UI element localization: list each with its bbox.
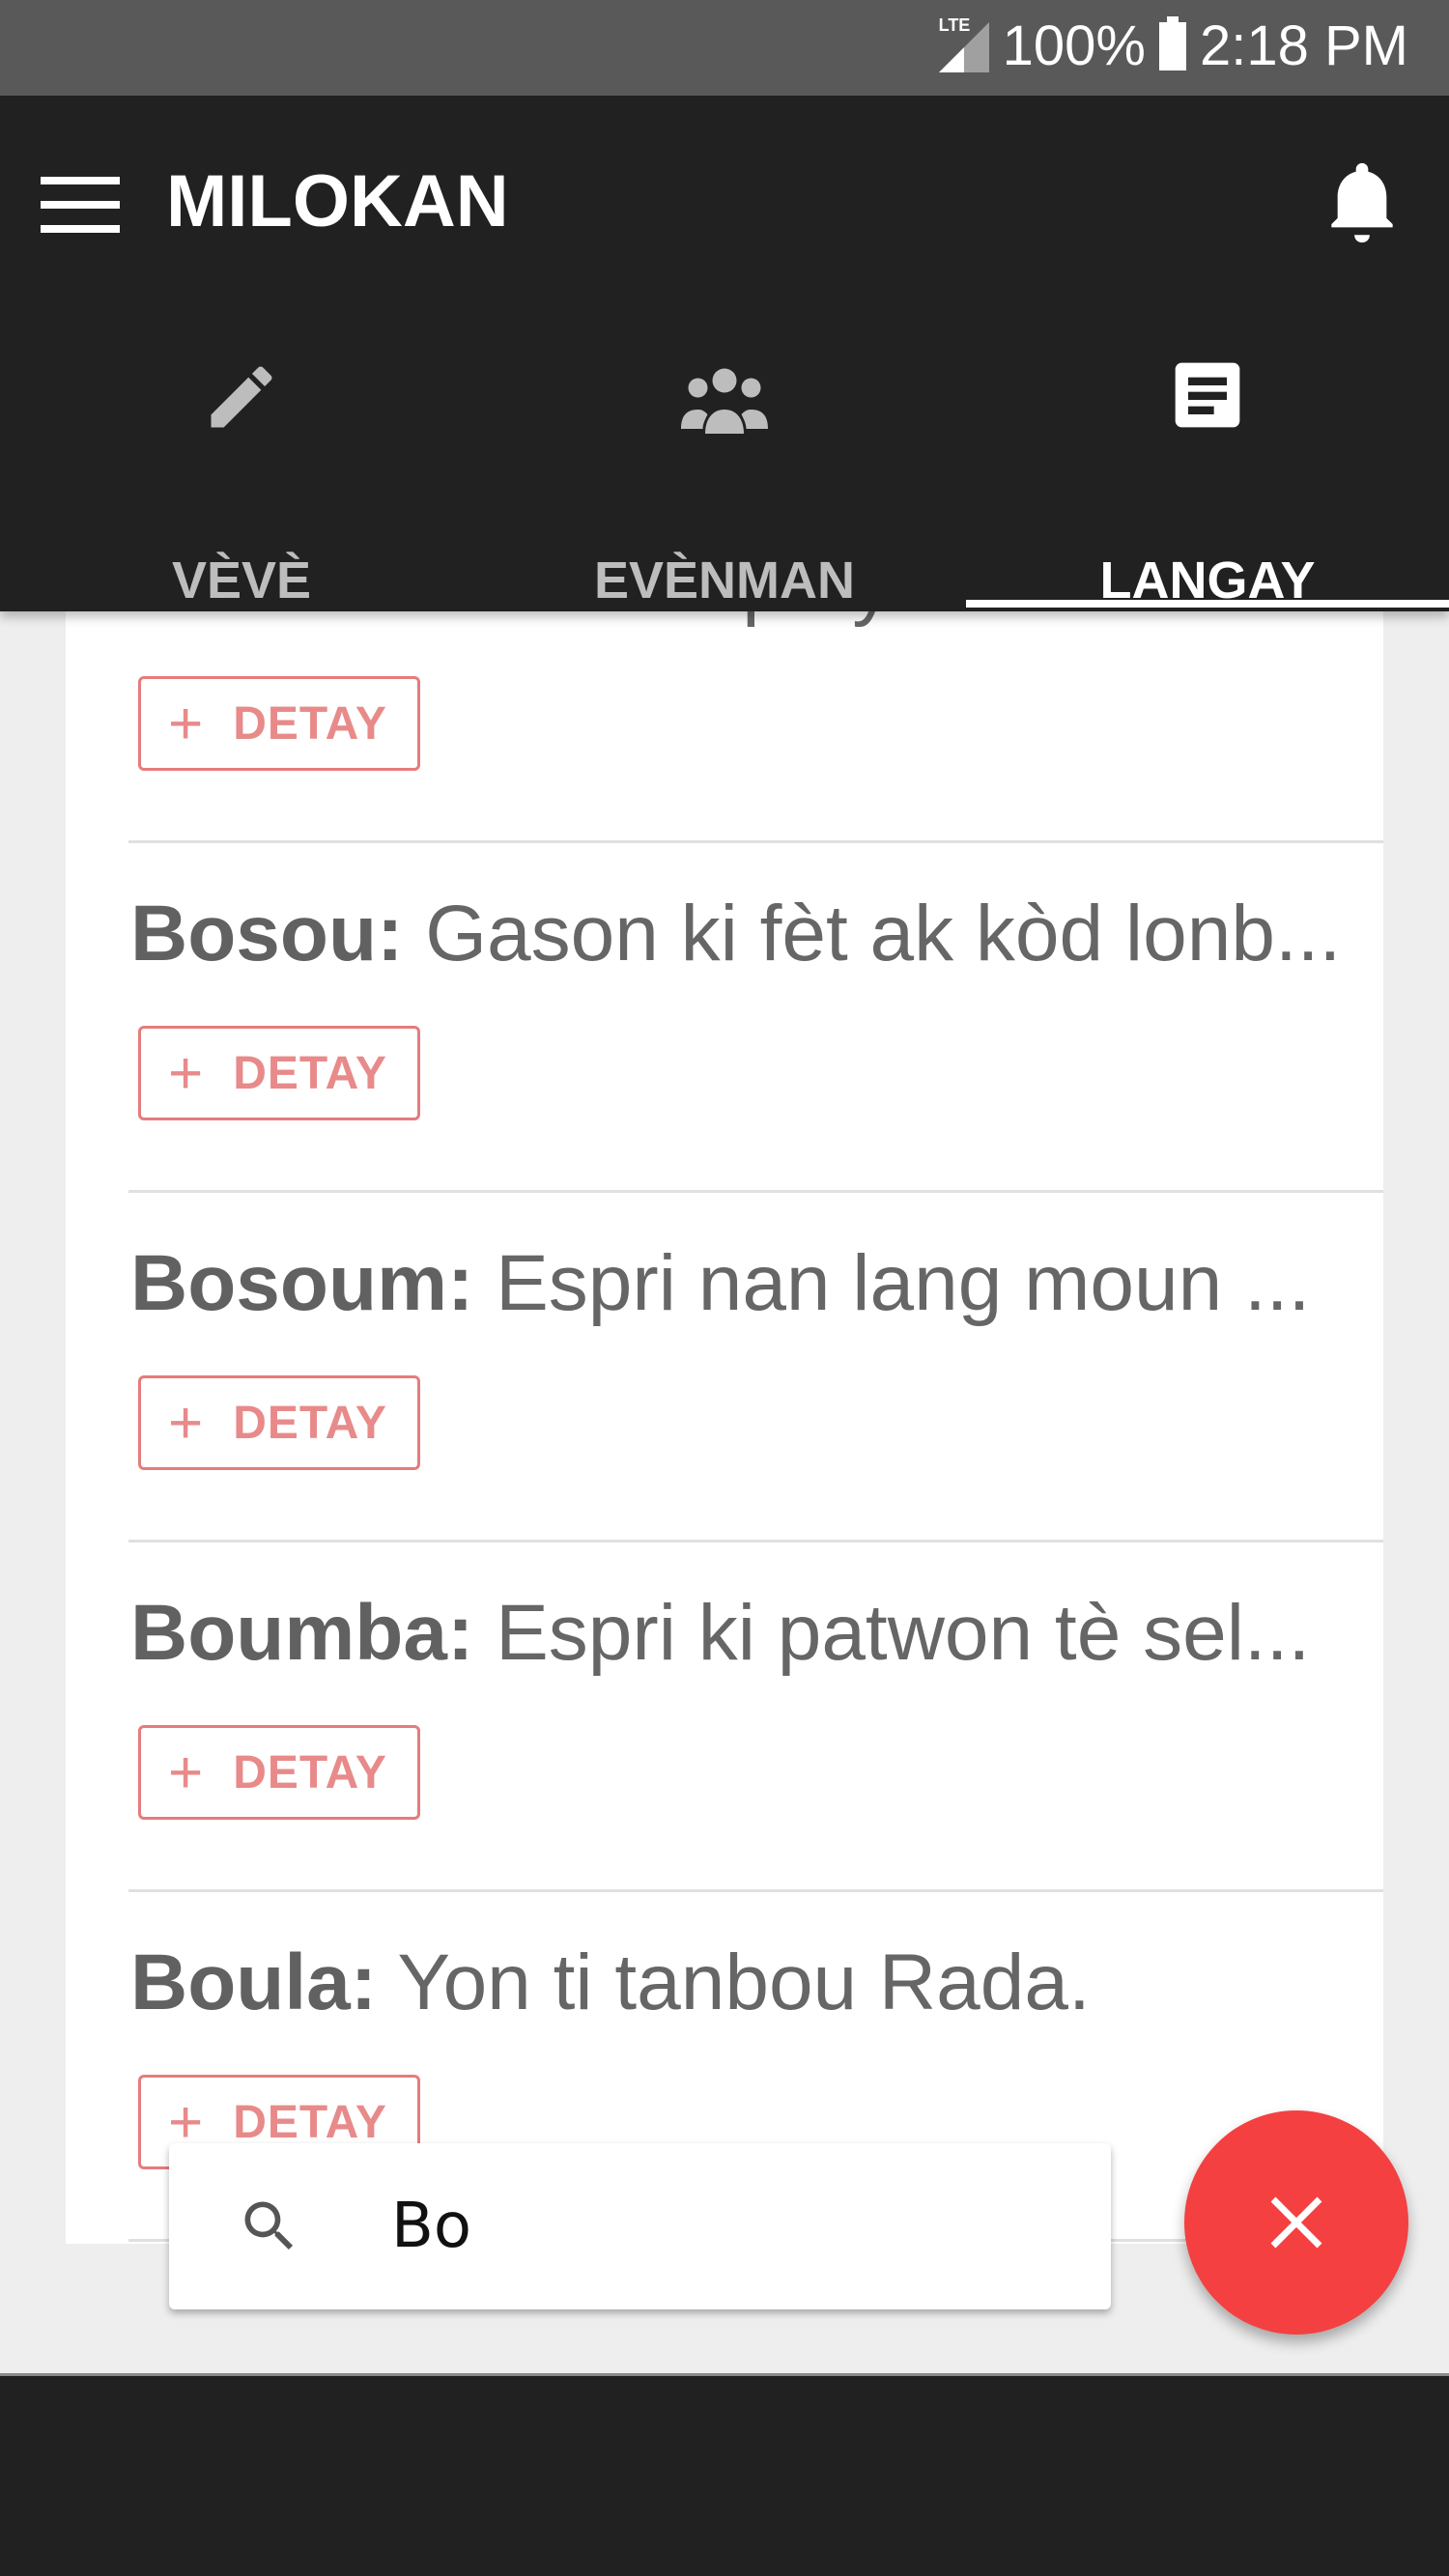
group-icon xyxy=(681,368,768,434)
active-tab-indicator xyxy=(966,600,1449,608)
term: Bosou: xyxy=(130,890,404,977)
term: Boula: xyxy=(130,1939,378,2026)
plus-icon: + xyxy=(168,690,205,757)
detay-button[interactable]: + DETAY xyxy=(138,676,420,771)
list-item: Boumba: Espri ki patwon tè sel... + DETAY xyxy=(66,1543,1383,1892)
battery-icon xyxy=(1159,15,1186,71)
tab-veve[interactable]: VÈVÈ xyxy=(0,356,483,611)
tab-label: EVÈNMAN xyxy=(593,552,856,609)
bell-icon[interactable] xyxy=(1325,159,1399,251)
detay-button[interactable]: + DETAY xyxy=(138,1026,420,1120)
definition: Gason ki fèt ak kòd lonb... xyxy=(425,890,1342,977)
battery-percent: 100% xyxy=(1002,14,1146,77)
definition: Espri ki patwon tè sel... xyxy=(496,1589,1311,1677)
definition: Espri nan lang moun ... xyxy=(496,1239,1311,1327)
status-bar: LTE 100% 2:18 PM xyxy=(0,0,1449,96)
plus-icon: + xyxy=(168,1389,205,1457)
close-icon xyxy=(1270,2196,1322,2249)
plus-icon: + xyxy=(168,1039,205,1107)
app-bar: MILOKAN VÈVÈ EVÈNMAN LANGAY xyxy=(0,96,1449,611)
list-item: Bosoum: Espri nan lang moun ... + DETAY xyxy=(66,1193,1383,1543)
system-nav-bar xyxy=(0,2373,1449,2576)
clock: 2:18 PM xyxy=(1200,14,1408,77)
search-input[interactable] xyxy=(391,2182,1067,2271)
signal-icon: LTE xyxy=(938,15,989,72)
definition: Yon ti tanbou Rada. xyxy=(397,1939,1091,2026)
tab-evenman[interactable]: EVÈNMAN xyxy=(483,356,966,611)
detay-button[interactable]: + DETAY xyxy=(138,1375,420,1470)
hamburger-icon[interactable] xyxy=(41,177,120,233)
search-bar xyxy=(169,2143,1111,2309)
list-item: Bosou: Gason ki fèt ak kòd lonb... + DETA… xyxy=(66,843,1383,1193)
tab-langay[interactable]: LANGAY xyxy=(966,356,1449,611)
pencil-icon xyxy=(211,366,272,428)
glossary-list: Bohoum: Pòt lespri yo. Chante B... +DETA… xyxy=(66,540,1383,2244)
article-icon xyxy=(1175,362,1240,428)
app-title: MILOKAN xyxy=(166,160,509,242)
tab-label: VÈVÈ xyxy=(171,552,312,609)
detay-button[interactable]: + DETAY xyxy=(138,1725,420,1820)
term: Boumba: xyxy=(130,1589,474,1677)
term: Bosoum: xyxy=(130,1239,474,1327)
clear-search-button[interactable] xyxy=(1184,2110,1408,2335)
plus-icon: + xyxy=(168,1739,205,1806)
search-icon xyxy=(244,2201,294,2250)
